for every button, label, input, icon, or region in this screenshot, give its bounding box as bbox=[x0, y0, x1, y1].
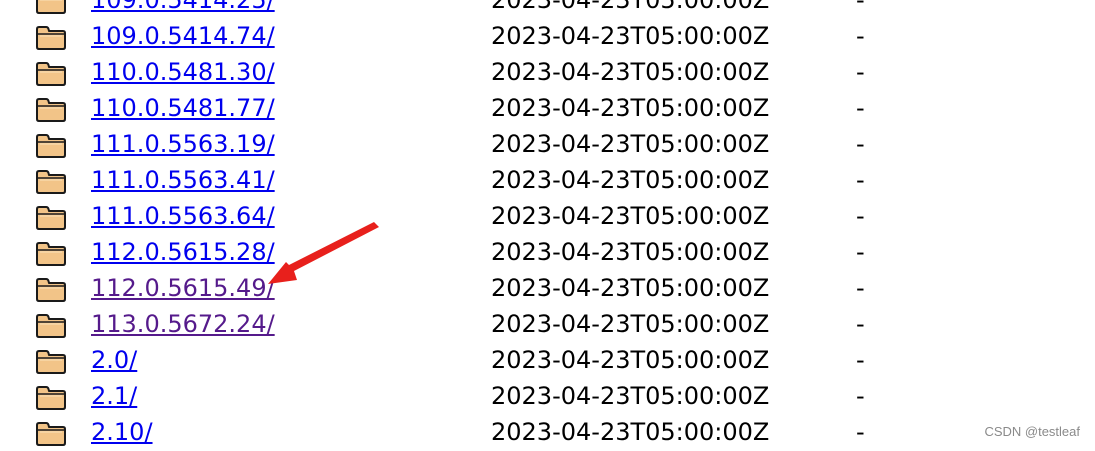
table-row: 110.0.5481.30/2023-04-23T05:00:00Z - bbox=[0, 54, 1095, 90]
table-row: 109.0.5414.25/2023-04-23T05:00:00Z - bbox=[0, 0, 1095, 18]
folder-icon bbox=[35, 97, 67, 123]
folder-icon bbox=[35, 241, 67, 267]
table-row: 111.0.5563.64/2023-04-23T05:00:00Z - bbox=[0, 198, 1095, 234]
last-modified: 2023-04-23T05:00:00Z bbox=[491, 0, 770, 14]
size: - bbox=[856, 310, 865, 338]
table-row: 111.0.5563.19/2023-04-23T05:00:00Z - bbox=[0, 126, 1095, 162]
last-modified: 2023-04-23T05:00:00Z bbox=[491, 130, 770, 158]
size: - bbox=[856, 202, 865, 230]
last-modified: 2023-04-23T05:00:00Z bbox=[491, 382, 770, 410]
table-row: 109.0.5414.74/2023-04-23T05:00:00Z - bbox=[0, 18, 1095, 54]
folder-icon bbox=[35, 61, 67, 87]
table-row: 2.1/2023-04-23T05:00:00Z - bbox=[0, 378, 1095, 414]
directory-link[interactable]: 2.1/ bbox=[91, 382, 137, 410]
directory-link[interactable]: 110.0.5481.77/ bbox=[91, 94, 275, 122]
last-modified: 2023-04-23T05:00:00Z bbox=[491, 22, 770, 50]
table-row: 113.0.5672.24/2023-04-23T05:00:00Z - bbox=[0, 306, 1095, 342]
folder-icon bbox=[35, 133, 67, 159]
directory-link[interactable]: 110.0.5481.30/ bbox=[91, 58, 275, 86]
last-modified: 2023-04-23T05:00:00Z bbox=[491, 238, 770, 266]
last-modified: 2023-04-23T05:00:00Z bbox=[491, 346, 770, 374]
folder-icon bbox=[35, 169, 67, 195]
size: - bbox=[856, 274, 865, 302]
directory-link[interactable]: 2.10/ bbox=[91, 418, 153, 446]
directory-link[interactable]: 112.0.5615.28/ bbox=[91, 238, 275, 266]
folder-icon bbox=[35, 349, 67, 375]
last-modified: 2023-04-23T05:00:00Z bbox=[491, 166, 770, 194]
size: - bbox=[856, 238, 865, 266]
folder-icon bbox=[35, 421, 67, 447]
folder-icon bbox=[35, 0, 67, 15]
table-row: 2.0/2023-04-23T05:00:00Z - bbox=[0, 342, 1095, 378]
last-modified: 2023-04-23T05:00:00Z bbox=[491, 274, 770, 302]
table-row: 2.10/2023-04-23T05:00:00Z - bbox=[0, 414, 1095, 450]
table-row: 111.0.5563.41/2023-04-23T05:00:00Z - bbox=[0, 162, 1095, 198]
directory-link[interactable]: 111.0.5563.41/ bbox=[91, 166, 275, 194]
directory-link[interactable]: 109.0.5414.25/ bbox=[91, 0, 275, 14]
directory-link[interactable]: 112.0.5615.49/ bbox=[91, 274, 275, 302]
size: - bbox=[856, 58, 865, 86]
folder-icon bbox=[35, 205, 67, 231]
size: - bbox=[856, 166, 865, 194]
table-row: 110.0.5481.77/2023-04-23T05:00:00Z - bbox=[0, 90, 1095, 126]
last-modified: 2023-04-23T05:00:00Z bbox=[491, 310, 770, 338]
table-row: 112.0.5615.49/2023-04-23T05:00:00Z - bbox=[0, 270, 1095, 306]
directory-link[interactable]: 113.0.5672.24/ bbox=[91, 310, 275, 338]
last-modified: 2023-04-23T05:00:00Z bbox=[491, 94, 770, 122]
size: - bbox=[856, 22, 865, 50]
last-modified: 2023-04-23T05:00:00Z bbox=[491, 58, 770, 86]
last-modified: 2023-04-23T05:00:00Z bbox=[491, 202, 770, 230]
size: - bbox=[856, 0, 865, 14]
directory-link[interactable]: 109.0.5414.74/ bbox=[91, 22, 275, 50]
size: - bbox=[856, 418, 865, 446]
folder-icon bbox=[35, 385, 67, 411]
folder-icon bbox=[35, 277, 67, 303]
directory-link[interactable]: 111.0.5563.19/ bbox=[91, 130, 275, 158]
directory-link[interactable]: 111.0.5563.64/ bbox=[91, 202, 275, 230]
folder-icon bbox=[35, 25, 67, 51]
directory-link[interactable]: 2.0/ bbox=[91, 346, 137, 374]
table-row: 112.0.5615.28/2023-04-23T05:00:00Z - bbox=[0, 234, 1095, 270]
folder-icon bbox=[35, 313, 67, 339]
watermark: CSDN @testleaf bbox=[984, 424, 1080, 439]
last-modified: 2023-04-23T05:00:00Z bbox=[491, 418, 770, 446]
size: - bbox=[856, 94, 865, 122]
size: - bbox=[856, 346, 865, 374]
size: - bbox=[856, 382, 865, 410]
size: - bbox=[856, 130, 865, 158]
